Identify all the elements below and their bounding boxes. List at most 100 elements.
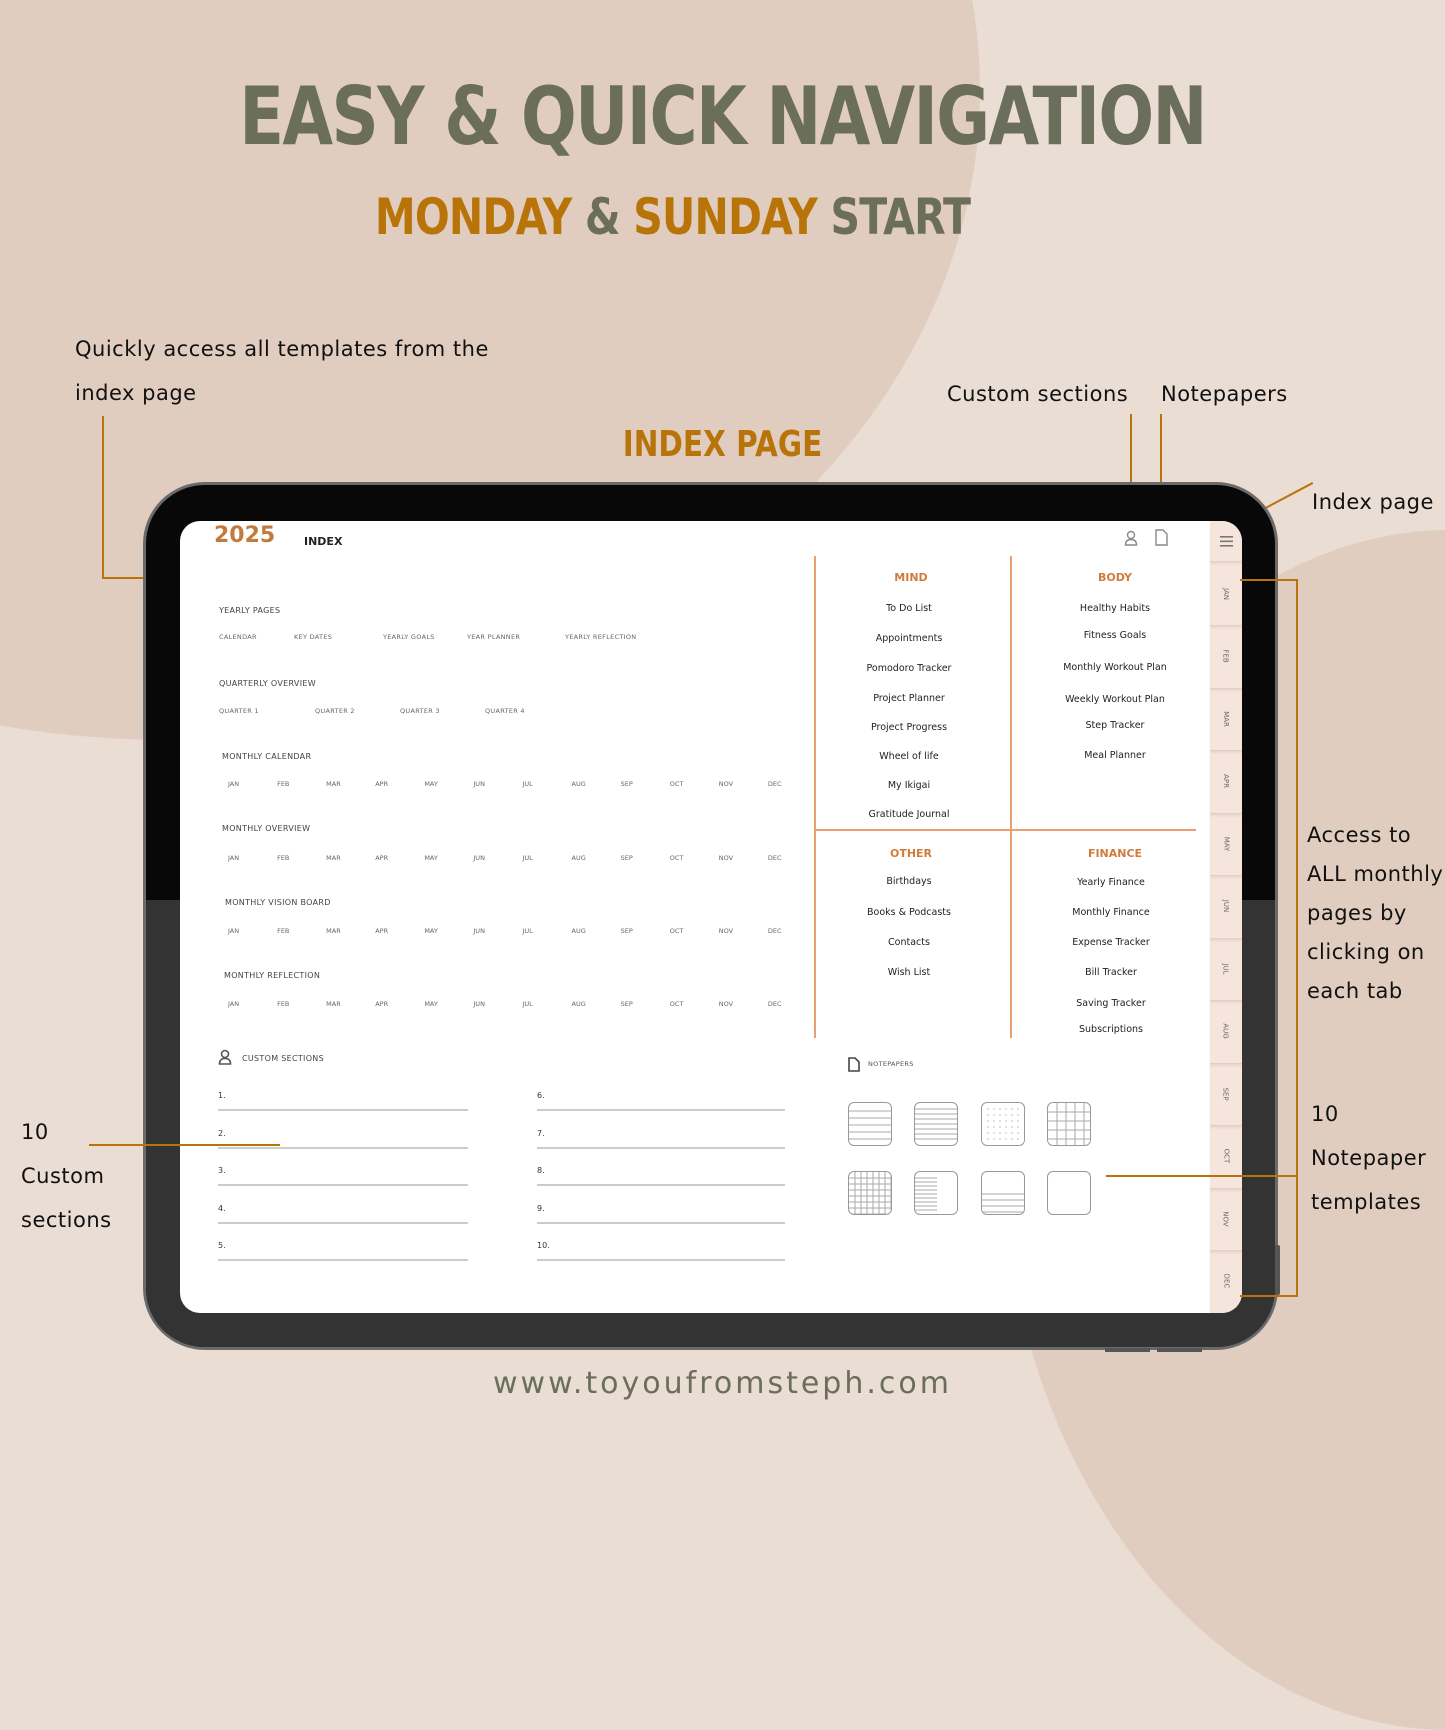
month-link[interactable]: FEB [277, 854, 297, 862]
custom-section-row[interactable]: 8. [537, 1158, 785, 1186]
month-link[interactable]: MAR [326, 927, 346, 935]
month-tab-feb[interactable]: FEB [1210, 625, 1242, 689]
notepaper-narrow-ruled[interactable] [914, 1102, 958, 1146]
person-icon[interactable] [1124, 530, 1138, 546]
month-tab-dec[interactable]: DEC [1210, 1250, 1242, 1313]
month-link[interactable]: JAN [228, 927, 248, 935]
document-icon[interactable] [1155, 529, 1168, 546]
notepaper-cornell[interactable] [914, 1171, 958, 1215]
month-link[interactable]: NOV [719, 854, 739, 862]
category-link[interactable]: Project Progress [814, 722, 1004, 733]
category-link[interactable]: Contacts [814, 937, 1004, 948]
month-tab-jan[interactable]: JAN [1210, 562, 1242, 626]
month-link[interactable]: JUL [522, 927, 542, 935]
month-tab-jun[interactable]: JUN [1210, 875, 1242, 939]
link-yearly-goals[interactable]: YEARLY GOALS [383, 633, 435, 641]
notepaper-dot-grid[interactable] [981, 1102, 1025, 1146]
month-link[interactable]: JAN [228, 780, 248, 788]
custom-section-row[interactable]: 6. [537, 1083, 785, 1111]
month-link[interactable]: APR [375, 1000, 395, 1008]
category-link[interactable]: My Ikigai [814, 780, 1004, 791]
month-link[interactable]: NOV [719, 927, 739, 935]
month-link[interactable]: APR [375, 927, 395, 935]
month-link[interactable]: JUL [522, 1000, 542, 1008]
category-link[interactable]: To Do List [814, 603, 1004, 614]
link-quarter-4[interactable]: QUARTER 4 [485, 707, 525, 715]
month-link[interactable]: DEC [768, 1000, 788, 1008]
notepaper-small-grid[interactable] [848, 1171, 892, 1215]
month-link[interactable]: JUN [473, 780, 493, 788]
month-link[interactable]: MAY [424, 854, 444, 862]
month-link[interactable]: AUG [572, 927, 592, 935]
category-link[interactable]: Weekly Workout Plan [1020, 694, 1210, 705]
category-link[interactable]: Bill Tracker [1016, 967, 1206, 978]
month-link[interactable]: FEB [277, 1000, 297, 1008]
month-link[interactable]: OCT [670, 780, 690, 788]
link-year-planner[interactable]: YEAR PLANNER [467, 633, 520, 641]
month-link[interactable]: JUL [522, 854, 542, 862]
month-link[interactable]: JAN [228, 1000, 248, 1008]
month-link[interactable]: AUG [572, 1000, 592, 1008]
month-link[interactable]: SEP [621, 927, 641, 935]
link-calendar[interactable]: CALENDAR [219, 633, 257, 641]
month-link[interactable]: JUN [473, 1000, 493, 1008]
month-link[interactable]: AUG [572, 854, 592, 862]
month-tab-jul[interactable]: JUL [1210, 937, 1242, 1001]
month-tab-mar[interactable]: MAR [1210, 687, 1242, 751]
month-tab-apr[interactable]: APR [1210, 750, 1242, 814]
custom-section-row[interactable]: 3. [218, 1158, 468, 1186]
month-tab-sep[interactable]: SEP [1210, 1062, 1242, 1126]
category-link[interactable]: Gratitude Journal [814, 809, 1004, 820]
month-link[interactable]: MAY [424, 780, 444, 788]
month-link[interactable]: OCT [670, 854, 690, 862]
link-key-dates[interactable]: KEY DATES [294, 633, 332, 641]
month-link[interactable]: APR [375, 854, 395, 862]
month-link[interactable]: MAR [326, 1000, 346, 1008]
custom-section-row[interactable]: 1. [218, 1083, 468, 1111]
custom-section-row[interactable]: 10. [537, 1233, 785, 1261]
notepaper-bottom-lined[interactable] [981, 1171, 1025, 1215]
link-yearly-reflection[interactable]: YEARLY REFLECTION [565, 633, 636, 641]
month-link[interactable]: DEC [768, 780, 788, 788]
month-link[interactable]: APR [375, 780, 395, 788]
month-link[interactable]: OCT [670, 927, 690, 935]
month-link[interactable]: FEB [277, 780, 297, 788]
month-tab-nov[interactable]: NOV [1210, 1187, 1242, 1251]
custom-section-row[interactable]: 5. [218, 1233, 468, 1261]
month-link[interactable]: MAY [424, 1000, 444, 1008]
month-link[interactable]: DEC [768, 854, 788, 862]
custom-section-row[interactable]: 4. [218, 1196, 468, 1224]
month-link[interactable]: MAR [326, 854, 346, 862]
month-tab-oct[interactable]: OCT [1210, 1125, 1242, 1189]
category-link[interactable]: Monthly Workout Plan [1020, 662, 1210, 673]
category-link[interactable]: Project Planner [814, 693, 1004, 704]
month-link[interactable]: SEP [621, 780, 641, 788]
category-link[interactable]: Pomodoro Tracker [814, 663, 1004, 674]
month-link[interactable]: MAY [424, 927, 444, 935]
notepaper-blank[interactable] [1047, 1171, 1091, 1215]
category-link[interactable]: Wheel of life [814, 751, 1004, 762]
month-link[interactable]: OCT [670, 1000, 690, 1008]
month-link[interactable]: JUL [522, 780, 542, 788]
category-link[interactable]: Subscriptions [1016, 1024, 1206, 1035]
custom-section-row[interactable]: 7. [537, 1121, 785, 1149]
custom-section-row[interactable]: 9. [537, 1196, 785, 1224]
category-link[interactable]: Expense Tracker [1016, 937, 1206, 948]
notepaper-large-grid[interactable] [1047, 1102, 1091, 1146]
category-link[interactable]: Birthdays [814, 876, 1004, 887]
month-link[interactable]: JUN [473, 854, 493, 862]
index-tab[interactable] [1210, 521, 1242, 562]
notepaper-wide-ruled[interactable] [848, 1102, 892, 1146]
category-link[interactable]: Yearly Finance [1016, 877, 1206, 888]
month-link[interactable]: SEP [621, 1000, 641, 1008]
category-link[interactable]: Books & Podcasts [814, 907, 1004, 918]
month-link[interactable]: NOV [719, 1000, 739, 1008]
month-tab-aug[interactable]: AUG [1210, 1000, 1242, 1064]
link-quarter-2[interactable]: QUARTER 2 [315, 707, 355, 715]
category-link[interactable]: Saving Tracker [1016, 998, 1206, 1009]
month-link[interactable]: AUG [572, 780, 592, 788]
month-link[interactable]: NOV [719, 780, 739, 788]
month-link[interactable]: JAN [228, 854, 248, 862]
link-quarter-1[interactable]: QUARTER 1 [219, 707, 259, 715]
link-quarter-3[interactable]: QUARTER 3 [400, 707, 440, 715]
